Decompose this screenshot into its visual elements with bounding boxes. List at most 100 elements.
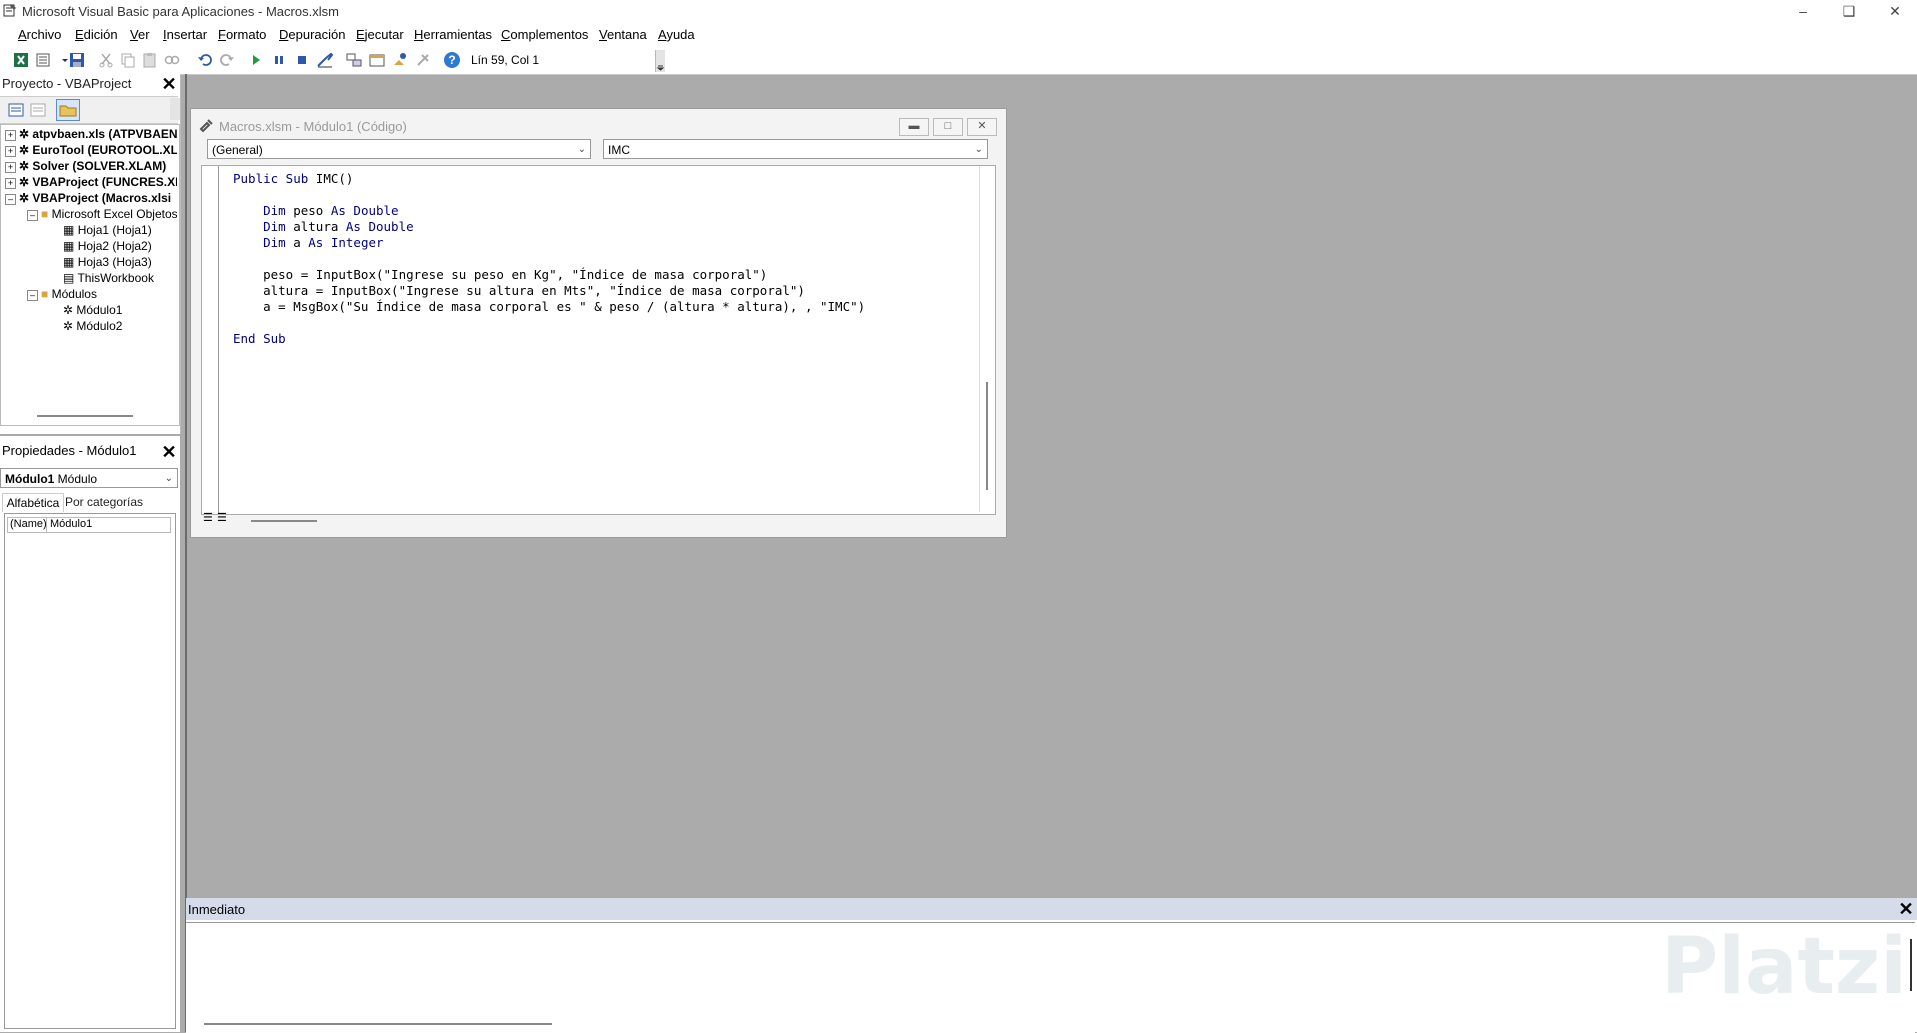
menu-ventana[interactable]: Ventana: [599, 27, 647, 42]
tab-alphabetical[interactable]: Alfabética: [2, 493, 64, 512]
object-selector[interactable]: Módulo1 Módulo ⌄: [0, 468, 178, 488]
property-row[interactable]: (Name) Módulo1: [7, 517, 171, 533]
cut-icon[interactable]: [97, 51, 115, 69]
stop-icon[interactable]: [293, 51, 311, 69]
toolbox-icon[interactable]: [414, 51, 432, 69]
save-icon[interactable]: [68, 51, 86, 69]
close-button[interactable]: ✕: [967, 118, 997, 136]
close-icon[interactable]: ✕: [161, 75, 177, 93]
design-mode-icon[interactable]: [316, 51, 334, 69]
tree-item-solver[interactable]: + ✲ Solver (SOLVER.XLAM): [5, 159, 177, 173]
properties-grid: (Name) Módulo1: [4, 513, 176, 1029]
properties-title: Propiedades - Módulo1: [2, 443, 137, 458]
minimize-button[interactable]: ▬: [899, 118, 929, 136]
sheet-icon: ▦: [63, 255, 75, 269]
copy-icon[interactable]: [119, 51, 137, 69]
horizontal-scrollbar[interactable]: [204, 1023, 552, 1025]
project-explorer: Proyecto - VBAProject ✕ + ✲ atpvbaen.xls …: [0, 74, 181, 434]
menu-ejecutar[interactable]: Ejecutar: [356, 27, 404, 42]
close-icon[interactable]: ✕: [1898, 900, 1914, 918]
close-window-button[interactable]: ✕: [1872, 0, 1917, 24]
module-icon: [199, 117, 215, 133]
object-combo[interactable]: (General) ⌄: [207, 139, 591, 159]
divider: [185, 74, 187, 1032]
menu-formato[interactable]: Formato: [218, 27, 266, 42]
project-explorer-icon[interactable]: [345, 51, 363, 69]
module-icon: ✲: [63, 303, 74, 317]
menu-edicion[interactable]: Edición: [75, 27, 118, 42]
tree-folder-modulos[interactable]: – ■ Módulos: [27, 287, 177, 301]
view-code-icon[interactable]: [8, 102, 24, 118]
code-line: End Sub: [233, 331, 286, 346]
cursor-position: Lín 59, Col 1: [471, 53, 540, 67]
paste-icon[interactable]: [141, 51, 159, 69]
menu-bar: Archivo Edición Ver Insertar Formato Dep…: [0, 24, 1917, 46]
view-object-icon[interactable]: [30, 102, 46, 118]
menu-archivo[interactable]: Archivo: [18, 27, 61, 42]
procedure-view-icon[interactable]: ☰: [203, 511, 217, 525]
project-explorer-toolbar: [0, 96, 178, 124]
toggle-folders-icon[interactable]: [56, 99, 80, 121]
chevron-down-icon[interactable]: [56, 51, 68, 69]
tree-item-eurotool[interactable]: + ✲ EuroTool (EUROTOOL.XL: [5, 143, 177, 157]
maximize-button[interactable]: □: [933, 118, 963, 136]
excel-view-icon[interactable]: [12, 51, 30, 69]
scrollbar-thumb[interactable]: [986, 382, 988, 490]
tree-item-hoja1[interactable]: ▦ Hoja1 (Hoja1): [63, 223, 177, 237]
project-tree: + ✲ atpvbaen.xls (ATPVBAEN + ✲ EuroTool (E…: [0, 124, 180, 426]
tree-folder-excel-objects[interactable]: – ■ Microsoft Excel Objetos: [27, 207, 177, 221]
tree-item-modulo2[interactable]: ✲ Módulo2: [63, 319, 177, 333]
property-name: (Name): [10, 518, 47, 530]
properties-window-icon[interactable]: [368, 51, 386, 69]
redo-icon[interactable]: [218, 51, 236, 69]
horizontal-scrollbar[interactable]: [251, 520, 317, 522]
undo-icon[interactable]: [196, 51, 214, 69]
restore-button[interactable]: ❑: [1826, 0, 1872, 24]
object-browser-icon[interactable]: [391, 51, 409, 69]
tree-item-hoja2[interactable]: ▦ Hoja2 (Hoja2): [63, 239, 177, 253]
tree-item-atpvbaen[interactable]: + ✲ atpvbaen.xls (ATPVBAEN: [5, 127, 177, 141]
chevron-down-icon: ⌄: [577, 144, 586, 155]
procedure-combo[interactable]: IMC ⌄: [603, 139, 988, 159]
minimize-button[interactable]: –: [1780, 0, 1826, 24]
menu-ver[interactable]: Ver: [130, 27, 150, 42]
horizontal-scrollbar[interactable]: [37, 415, 133, 417]
menu-depuracion[interactable]: Depuración: [279, 27, 346, 42]
menu-complementos[interactable]: Complementos: [501, 27, 588, 42]
sheet-icon: ▦: [63, 239, 75, 253]
platzi-watermark: Platzi: [1661, 922, 1907, 1012]
pause-icon[interactable]: [270, 51, 288, 69]
menu-ayuda[interactable]: Ayuda: [658, 27, 695, 42]
menu-insertar[interactable]: Insertar: [163, 27, 207, 42]
folder-icon: ■: [41, 207, 49, 221]
find-icon[interactable]: [163, 51, 181, 69]
code-window: Macros.xlsm - Módulo1 (Código) ▬ □ ✕ (Ge…: [190, 108, 1007, 538]
property-value[interactable]: Módulo1: [50, 518, 92, 530]
project-toolbar-overflow[interactable]: [170, 98, 180, 120]
run-icon[interactable]: [247, 51, 265, 69]
window-title: Microsoft Visual Basic para Aplicaciones…: [22, 4, 339, 19]
tree-item-macros-project[interactable]: – ✲ VBAProject (Macros.xlsi: [5, 191, 177, 205]
toolbar: ? Lín 59, Col 1: [0, 46, 1917, 75]
code-editor[interactable]: Public Sub IMC() Dim peso As Double Dim …: [201, 165, 996, 515]
svg-text:?: ?: [448, 53, 455, 67]
code-line: Public Sub IMC(): [233, 171, 354, 186]
folder-icon: ■: [41, 287, 49, 301]
close-icon[interactable]: ✕: [161, 443, 177, 461]
tree-item-hoja3[interactable]: ▦ Hoja3 (Hoja3): [63, 255, 177, 269]
tree-item-thisworkbook[interactable]: ▤ ThisWorkbook: [63, 271, 177, 285]
tree-item-modulo1[interactable]: ✲ Módulo1: [63, 303, 177, 317]
vertical-scrollbar[interactable]: [1910, 939, 1912, 991]
menu-herramientas[interactable]: Herramientas: [414, 27, 492, 42]
tree-item-funcres[interactable]: + ✲ VBAProject (FUNCRES.XL: [5, 175, 177, 189]
code-line: peso = InputBox("Ingrese su peso en Kg",…: [233, 267, 768, 282]
full-module-view-icon[interactable]: ☰: [217, 511, 231, 525]
immediate-input[interactable]: [186, 922, 1915, 1033]
tab-categories[interactable]: Por categorías: [64, 494, 144, 511]
help-icon[interactable]: ?: [443, 51, 461, 69]
insert-module-icon[interactable]: [35, 51, 53, 69]
code-line: altura = InputBox("Ingrese su altura en …: [233, 283, 805, 298]
code-line: Dim a As Integer: [263, 235, 384, 250]
vertical-scrollbar[interactable]: [979, 166, 995, 512]
toolbar-overflow-button[interactable]: [655, 50, 665, 72]
